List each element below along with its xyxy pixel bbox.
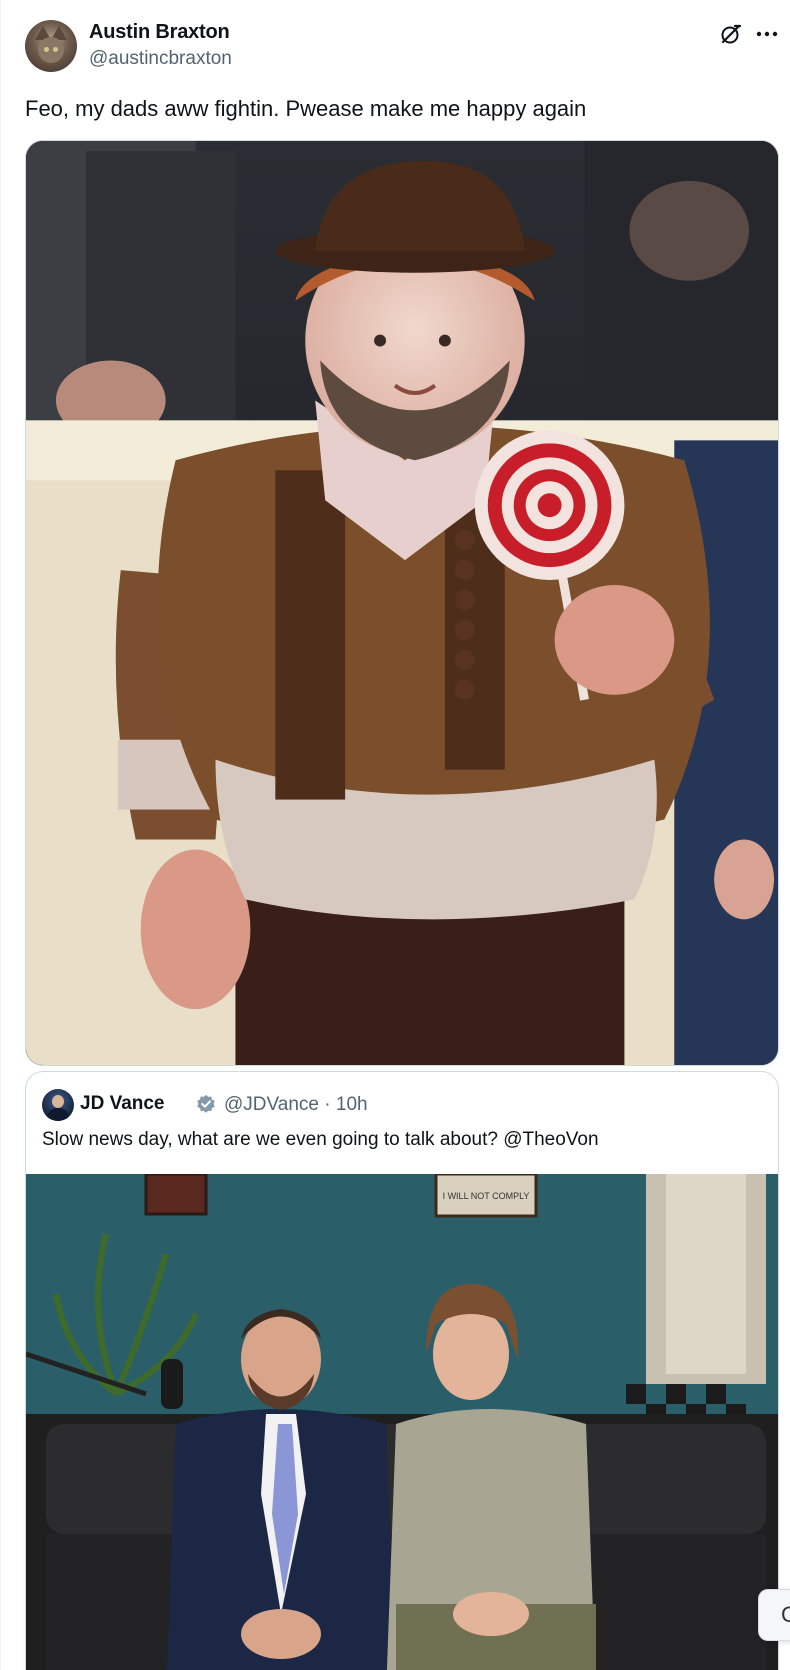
quoted-post-time[interactable]: 10h bbox=[336, 1094, 368, 1115]
quoted-post-image[interactable]: I WILL NOT COMPLY bbox=[26, 1174, 778, 1670]
avatar-cat-eye bbox=[44, 47, 49, 52]
avatar-cat-face bbox=[38, 37, 64, 63]
verified-badge-icon bbox=[197, 1094, 215, 1113]
quoted-author-avatar[interactable] bbox=[42, 1089, 74, 1121]
quoted-avatar-head bbox=[52, 1095, 64, 1108]
meta-separator: · bbox=[324, 1094, 331, 1115]
quoted-post[interactable]: JD Vance @JDVance · 10h Slow news day, w… bbox=[25, 1071, 779, 1670]
floating-button-glyph: C bbox=[781, 1602, 790, 1627]
studio-sign-text: I WILL NOT COMPLY bbox=[443, 1191, 530, 1201]
post-text: Feo, my dads aww fightin. Pwease make me… bbox=[25, 96, 587, 121]
quoted-author-name[interactable]: JD Vance bbox=[80, 1093, 165, 1115]
post-image[interactable] bbox=[25, 140, 779, 1066]
grok-icon[interactable] bbox=[717, 20, 745, 48]
author-avatar[interactable] bbox=[25, 20, 77, 72]
quoted-post-text: Slow news day, what are we even going to… bbox=[42, 1129, 599, 1150]
avatar-cat-eye bbox=[53, 47, 58, 52]
post: Austin Braxton @austincbraxton Feo, my d… bbox=[0, 0, 790, 1670]
author-handle[interactable]: @austincbraxton bbox=[89, 48, 232, 70]
quoted-author-meta: @JDVance · 10h bbox=[224, 1094, 368, 1116]
lollipop-character-image bbox=[26, 141, 778, 1065]
podcast-studio-photo: I WILL NOT COMPLY bbox=[26, 1174, 778, 1670]
floating-action-button[interactable]: C bbox=[758, 1589, 790, 1641]
quoted-author-handle[interactable]: @JDVance bbox=[224, 1094, 319, 1115]
quoted-avatar-body bbox=[47, 1108, 69, 1121]
more-icon[interactable] bbox=[753, 20, 781, 48]
author-name[interactable]: Austin Braxton bbox=[89, 21, 230, 44]
